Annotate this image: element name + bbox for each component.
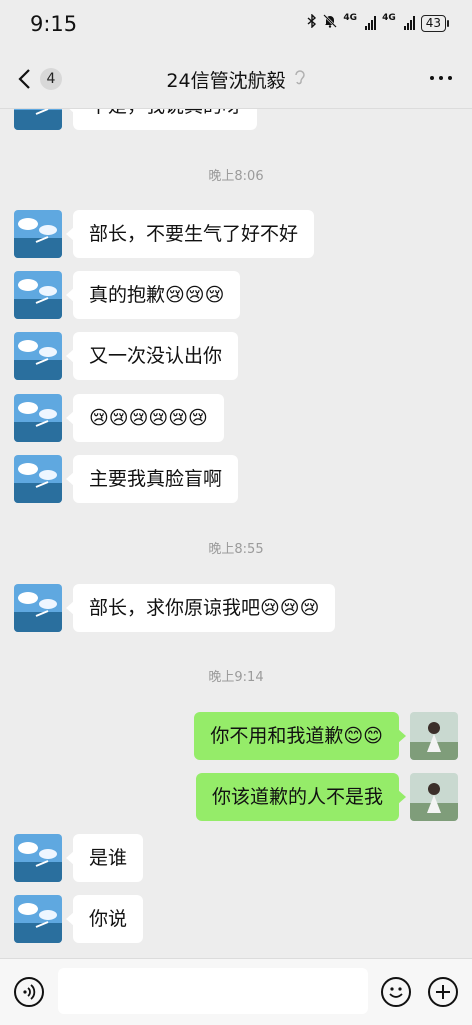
message-bubble-incoming[interactable]: 是谁 bbox=[65, 834, 144, 882]
network-type-2: 4G bbox=[382, 13, 396, 23]
status-bar: 9:15 4G 4G 43 bbox=[0, 0, 472, 50]
voice-button[interactable] bbox=[14, 977, 44, 1007]
message-timestamp: 晚上9:14 bbox=[208, 670, 264, 685]
message-bubble-incoming[interactable]: 部长，求你原谅我吧😢😢😢 bbox=[65, 584, 336, 632]
message-bubble-incoming[interactable]: 部长，不要生气了好不好 bbox=[65, 210, 315, 258]
contact-name: 24信管沈航毅 bbox=[166, 70, 286, 92]
network-type-1: 4G bbox=[343, 13, 358, 23]
mute-icon bbox=[323, 14, 338, 32]
contact-avatar[interactable] bbox=[14, 210, 62, 258]
contact-avatar[interactable] bbox=[14, 271, 62, 319]
message-bubble-incoming[interactable]: 😢😢😢😢😢😢 bbox=[66, 394, 224, 442]
emoji-button[interactable] bbox=[381, 977, 411, 1007]
message-bubble-incoming[interactable]: 主要我真脸盲啊 bbox=[65, 455, 239, 503]
battery-level: 43 bbox=[425, 15, 441, 30]
emoji-icon bbox=[389, 987, 403, 998]
message-timestamp: 晚上8:06 bbox=[208, 169, 264, 184]
contact-avatar[interactable] bbox=[14, 394, 62, 442]
message-timestamp: 晚上8:55 bbox=[208, 542, 264, 557]
my-avatar[interactable] bbox=[410, 773, 458, 821]
contact-avatar[interactable] bbox=[14, 895, 62, 943]
more-button[interactable] bbox=[430, 76, 452, 80]
message-bubble-incoming[interactable]: 真的抱歉😢😢😢 bbox=[65, 271, 241, 319]
contact-avatar[interactable] bbox=[14, 455, 62, 503]
status-icons: 4G 4G 43 bbox=[307, 13, 450, 32]
contact-avatar[interactable] bbox=[14, 332, 62, 380]
message-bubble-outgoing[interactable]: 你该道歉的人不是我 bbox=[195, 773, 407, 821]
contact-avatar[interactable] bbox=[14, 834, 62, 882]
my-avatar[interactable] bbox=[410, 712, 458, 760]
ear-icon bbox=[294, 69, 306, 89]
message-bubble-outgoing[interactable]: 你不用和我道歉😊😊 bbox=[194, 712, 406, 760]
message-input[interactable] bbox=[58, 968, 368, 1014]
more-icon bbox=[430, 76, 434, 80]
status-time: 9:15 bbox=[30, 12, 78, 36]
message-bubble-incoming[interactable]: 又一次没认出你 bbox=[65, 332, 239, 380]
more-icon bbox=[448, 76, 452, 80]
battery-icon: 43 bbox=[420, 14, 450, 32]
signal-icon bbox=[365, 16, 377, 30]
message-bubble-incoming[interactable]: 你说 bbox=[65, 895, 144, 943]
signal-icon bbox=[403, 16, 415, 30]
more-icon bbox=[439, 76, 443, 80]
chat-area: 不是，我说真的呀 晚上8:06 部长，不要生气了好不好 真的抱歉😢😢😢 又一次没… bbox=[0, 0, 472, 1024]
plus-icon bbox=[436, 985, 450, 999]
input-bar bbox=[0, 958, 472, 1025]
contact-avatar[interactable] bbox=[14, 584, 62, 632]
plus-button[interactable] bbox=[428, 977, 458, 1007]
chat-header: 4 24信管沈航毅 bbox=[0, 50, 472, 109]
chat-title: 24信管沈航毅 bbox=[0, 66, 472, 93]
voice-icon bbox=[23, 984, 36, 1000]
bluetooth-icon bbox=[307, 13, 317, 32]
